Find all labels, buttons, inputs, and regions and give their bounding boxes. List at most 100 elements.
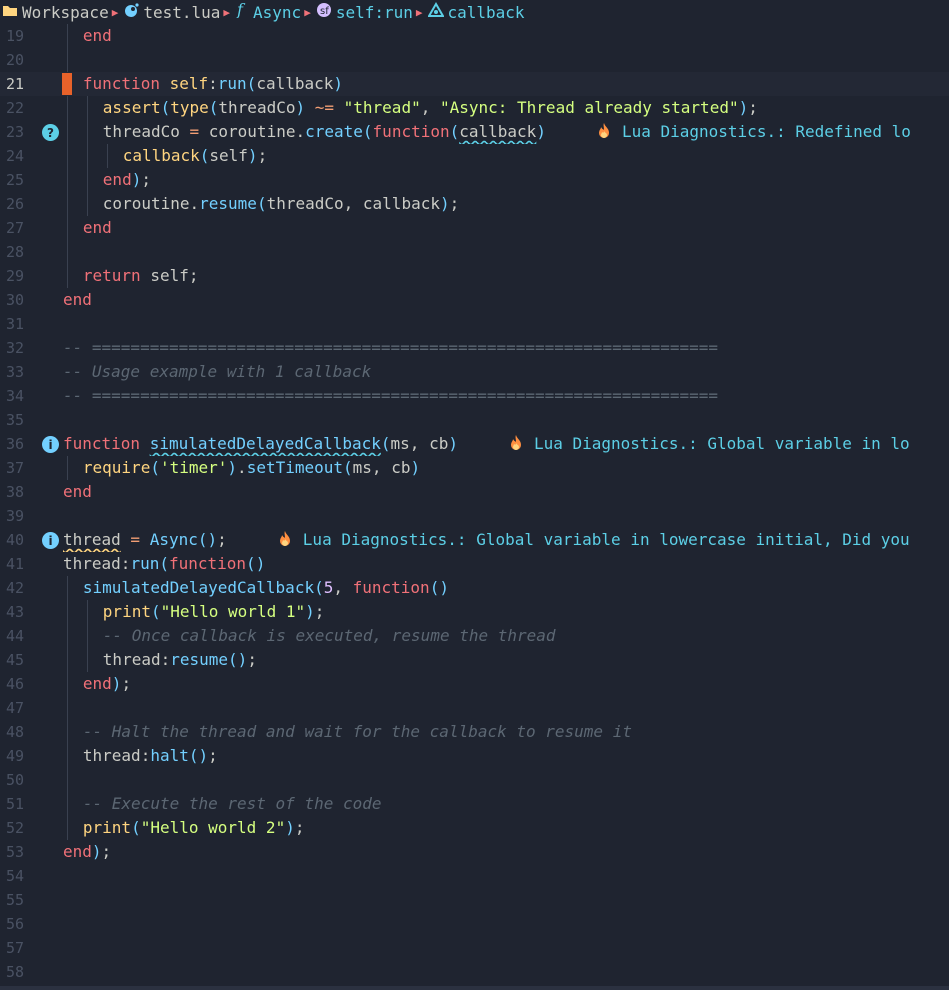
line-number: 26 (5, 195, 24, 213)
code-token: print (82, 818, 132, 837)
code-line[interactable]: 28 (0, 240, 949, 264)
code-line[interactable]: 54 (0, 864, 949, 888)
code-line[interactable]: 30 end (0, 288, 949, 312)
code-line[interactable]: 39 (0, 504, 949, 528)
breadcrumb-item[interactable]: test.lua (123, 2, 220, 22)
code-line[interactable]: 25 end); (0, 168, 949, 192)
breadcrumb-item[interactable]: sf self:run (316, 2, 413, 22)
line-number: 37 (5, 459, 24, 477)
code-line[interactable]: 53 end); (0, 840, 949, 864)
code-text: return self; (63, 264, 949, 288)
code-line[interactable]: 21 function self:run(callback) (0, 72, 949, 96)
code-token: ) (198, 746, 209, 765)
line-number: 30 (5, 291, 24, 309)
breadcrumb-label: Workspace (22, 2, 109, 22)
breadcrumb-item[interactable]: Workspace (2, 3, 109, 22)
code-line[interactable]: 37 require('timer').setTimeout(ms, cb) (0, 456, 949, 480)
code-text: function self:run(callback) (63, 72, 949, 96)
code-line[interactable]: 22 assert(type(threadCo) ~= "thread", "As… (0, 96, 949, 120)
code-line[interactable]: 56 (0, 912, 949, 936)
code-line[interactable]: 45 thread:resume(); (0, 648, 949, 672)
code-line[interactable]: 36 i function simulatedDelayedCallback(ms,… (0, 432, 949, 456)
info-sign-icon[interactable]: i (42, 436, 59, 453)
code-text: -- Halt the thread and wait for the call… (63, 720, 949, 744)
code-token: cb (391, 458, 411, 477)
code-token: ; (121, 674, 132, 693)
code-token: , (343, 194, 363, 213)
line-number: 23 (5, 123, 24, 141)
breadcrumb-item[interactable]: f Async (235, 0, 302, 22)
code-token: ; (217, 530, 227, 549)
code-token: = (179, 122, 209, 141)
code-text: end); (63, 840, 949, 864)
line-number: 33 (5, 363, 24, 381)
breadcrumb-label: Async (253, 2, 302, 22)
code-token: simulatedDelayedCallback (149, 434, 381, 453)
code-token: coroutine (102, 194, 190, 213)
code-token: , (409, 434, 430, 453)
code-token: ( (380, 434, 391, 453)
code-line[interactable]: 43 print("Hello world 1"); (0, 600, 949, 624)
hint-sign-icon[interactable]: ? (42, 124, 59, 141)
code-line[interactable]: 34 -- ===================================… (0, 384, 949, 408)
code-line[interactable]: 51 -- Execute the rest of the code (0, 792, 949, 816)
code-token: -- =====================================… (63, 338, 719, 357)
code-token: self (150, 266, 189, 285)
code-line[interactable]: 55 (0, 888, 949, 912)
code-token: ; (208, 746, 218, 765)
code-line[interactable]: 32 -- ===================================… (0, 336, 949, 360)
code-line[interactable]: 35 (0, 408, 949, 432)
code-line[interactable]: 23? threadCo = coroutine.create(function(… (0, 120, 949, 144)
code-token: ) (207, 530, 218, 549)
code-editor[interactable]: 19 end 20 21 function self:run(callback) 22 as… (0, 24, 949, 984)
code-line[interactable]: 24 callback(self); (0, 144, 949, 168)
code-token: ms (352, 458, 372, 477)
code-line[interactable]: 48 -- Halt the thread and wait for the ca… (0, 720, 949, 744)
code-line[interactable]: 49 thread:halt(); (0, 744, 949, 768)
code-token: : (140, 746, 151, 765)
diagnostic-virtual-text: Lua Diagnostics.: Global variable in lo (508, 434, 910, 453)
code-token: threadCo (218, 98, 296, 117)
code-line[interactable]: 52 print("Hello world 2"); (0, 816, 949, 840)
code-text: callback(self); (63, 144, 949, 168)
code-line[interactable]: 29 return self; (0, 264, 949, 288)
code-token: ) (439, 578, 449, 597)
code-line[interactable]: 38 end (0, 480, 949, 504)
line-number: 58 (5, 963, 24, 981)
line-number: 44 (5, 627, 24, 645)
code-line[interactable]: 44 -- Once callback is executed, resume t… (0, 624, 949, 648)
code-line[interactable]: 42 simulatedDelayedCallback(5, function() (0, 576, 949, 600)
code-token: "Hello world 2" (140, 818, 286, 837)
line-number: 31 (5, 315, 24, 333)
code-line[interactable]: 58 (0, 960, 949, 984)
info-sign-icon[interactable]: i (42, 532, 59, 549)
code-token: -- Once callback is executed, resume the… (102, 626, 556, 645)
fire-icon (277, 530, 293, 549)
code-token: ; (247, 650, 257, 669)
code-line[interactable]: 46 end); (0, 672, 949, 696)
code-token: ) (227, 458, 238, 477)
code-line[interactable]: 41 thread:run(function() (0, 552, 949, 576)
code-text: print("Hello world 1"); (63, 600, 949, 624)
svg-text:sf: sf (320, 6, 329, 17)
breadcrumb-item[interactable]: callback (426, 2, 525, 22)
line-number: 21 (5, 75, 24, 93)
code-line[interactable]: 26 coroutine.resume(threadCo, callback); (0, 192, 949, 216)
code-line[interactable]: 47 (0, 696, 949, 720)
line-number: 45 (5, 651, 24, 669)
line-number: 20 (5, 51, 24, 69)
code-token: ) (448, 434, 458, 453)
code-line[interactable]: 33 -- Usage example with 1 callback (0, 360, 949, 384)
code-token: ( (429, 578, 440, 597)
code-line[interactable]: 19 end (0, 24, 949, 48)
code-token: ( (246, 554, 256, 573)
code-line[interactable]: 31 (0, 312, 949, 336)
code-line[interactable]: 27 end (0, 216, 949, 240)
code-line[interactable]: 40 i thread = Async(); Lua Diagnostics.: Gl… (0, 528, 949, 552)
code-line[interactable]: 50 (0, 768, 949, 792)
code-line[interactable]: 57 (0, 936, 949, 960)
code-token: ; (314, 602, 325, 621)
code-token: run (217, 74, 247, 93)
code-line[interactable]: 20 (0, 48, 949, 72)
code-token: ; (294, 818, 305, 837)
